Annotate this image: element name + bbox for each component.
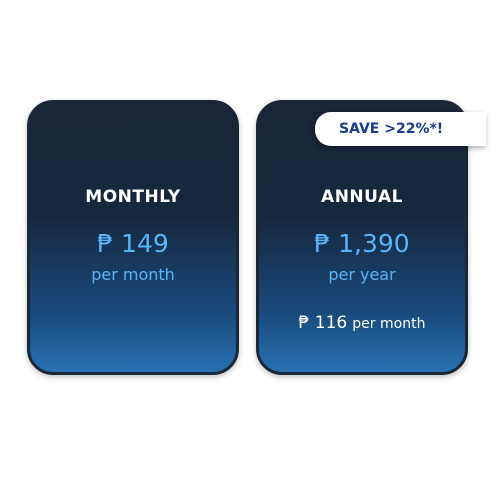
monthly-plan-period: per month xyxy=(91,265,175,284)
annual-plan-title: ANNUAL xyxy=(321,187,403,207)
monthly-plan-card[interactable]: MONTHLY ₱ 149 per month xyxy=(27,100,239,375)
save-badge: SAVE >22%*! xyxy=(315,112,486,146)
annual-monthly-equivalent-unit: per month xyxy=(352,316,426,332)
annual-monthly-equivalent: ₱ 116 per month xyxy=(259,313,465,333)
monthly-plan-price: ₱ 149 xyxy=(97,229,169,258)
annual-monthly-equivalent-amount: ₱ 116 xyxy=(298,313,348,333)
annual-plan-period: per year xyxy=(328,265,396,284)
annual-plan-price: ₱ 1,390 xyxy=(314,229,410,258)
monthly-plan-title: MONTHLY xyxy=(85,187,181,207)
